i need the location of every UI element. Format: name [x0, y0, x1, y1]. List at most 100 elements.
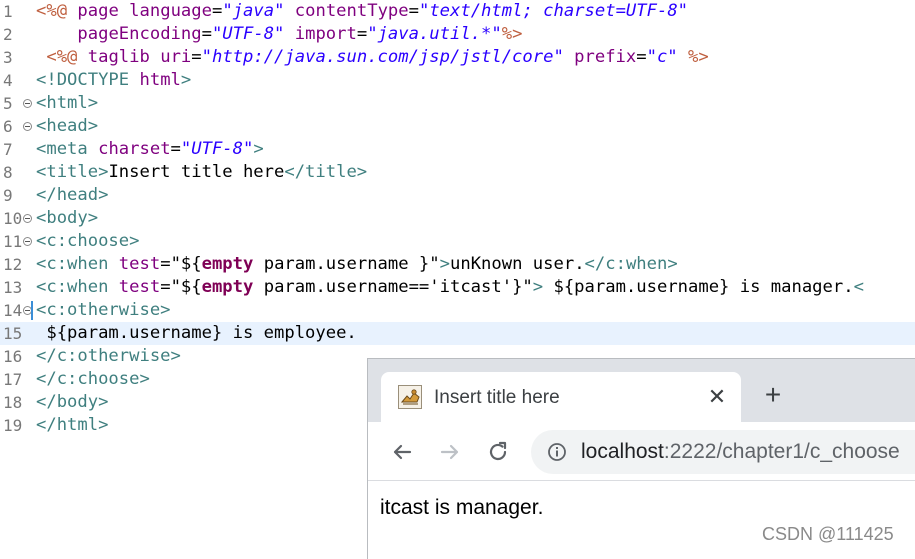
- browser-tab-active[interactable]: Insert title here ✕: [381, 372, 741, 422]
- fold-toggle-icon[interactable]: [23, 237, 32, 246]
- line-number: 5: [3, 94, 13, 113]
- code-line[interactable]: 14 <c:otherwise>: [0, 299, 915, 322]
- line-gutter: 4: [0, 69, 34, 92]
- line-gutter: 12: [0, 253, 34, 276]
- equals: =: [160, 277, 171, 297]
- attr-name: language: [129, 1, 212, 21]
- line-gutter: 19: [0, 414, 34, 437]
- line-gutter: 11: [0, 230, 34, 253]
- code-line[interactable]: 2 pageEncoding="UTF-8" import="java.util…: [0, 23, 915, 46]
- code-line[interactable]: 4 <!DOCTYPE html>: [0, 69, 915, 92]
- equals: =: [356, 24, 368, 44]
- code-line-current[interactable]: 15 ${param.username} is employee.: [0, 322, 915, 345]
- equals: =: [191, 47, 202, 67]
- fold-toggle-icon[interactable]: [23, 99, 32, 108]
- tag: <c:when: [36, 277, 109, 297]
- directive-name: page: [77, 1, 119, 21]
- code-line[interactable]: 8 <title>Insert title here</title>: [0, 161, 915, 184]
- url-path: :2222/chapter1/c_choose: [663, 440, 900, 463]
- tag: </body>: [36, 392, 109, 412]
- code-line[interactable]: 5 <html>: [0, 92, 915, 115]
- change-marker: [31, 301, 33, 320]
- doctype: <!DOCTYPE: [36, 70, 130, 90]
- line-gutter: 10: [0, 207, 34, 230]
- line-number: 6: [3, 117, 13, 136]
- attr-value: "java.util.*": [367, 24, 502, 44]
- tag: <meta: [36, 139, 88, 159]
- line-number: 18: [3, 393, 23, 412]
- attr-value: "c": [646, 47, 678, 67]
- tag: </c:otherwise>: [36, 346, 181, 366]
- tab-strip: Insert title here ✕ +: [368, 359, 915, 422]
- fold-toggle-icon[interactable]: [23, 122, 32, 131]
- code-line[interactable]: 3 <%@ taglib uri="http://java.sun.com/js…: [0, 46, 915, 69]
- attr-name: pageEncoding: [77, 24, 202, 44]
- forward-arrow-icon[interactable]: [436, 438, 464, 466]
- tag: <c:otherwise>: [36, 300, 171, 320]
- line-number: 4: [3, 71, 13, 90]
- line-number: 16: [3, 347, 23, 366]
- equals: =: [408, 1, 419, 21]
- site-info-icon[interactable]: [547, 442, 567, 462]
- line-number: 19: [3, 416, 23, 435]
- attr-value: "UTF-8": [211, 24, 285, 44]
- el-open: "${: [170, 277, 202, 297]
- line-number: 2: [3, 25, 13, 44]
- code-line[interactable]: 12 <c:when test="${empty param.username …: [0, 253, 915, 276]
- tag: <body>: [36, 208, 99, 228]
- tag: </head>: [36, 185, 109, 205]
- page-body-text: itcast is manager.: [380, 496, 544, 519]
- line-gutter: 18: [0, 391, 34, 414]
- code-line[interactable]: 1 <%@ page language="java" contentType="…: [0, 0, 915, 23]
- tag: </title>: [284, 162, 368, 182]
- code-line[interactable]: 11 <c:choose>: [0, 230, 915, 253]
- line-number: 10: [3, 209, 23, 228]
- text-content: unKnown user.: [450, 254, 585, 274]
- jsp-directive-close: %>: [688, 47, 709, 67]
- line-number: 7: [3, 140, 13, 159]
- address-bar[interactable]: localhost:2222/chapter1/c_choose: [531, 430, 915, 474]
- tag: <: [853, 277, 864, 297]
- attr-name: prefix: [574, 47, 637, 67]
- line-number: 17: [3, 370, 23, 389]
- tag: <title>: [36, 162, 109, 182]
- reload-icon[interactable]: [484, 438, 512, 466]
- attr-value: "text/html; charset=UTF-8": [418, 1, 689, 21]
- line-number: 12: [3, 255, 23, 274]
- equals: =: [201, 24, 212, 44]
- fold-toggle-icon[interactable]: [23, 214, 32, 223]
- tag: </c:choose>: [36, 369, 150, 389]
- code-line[interactable]: 10 <body>: [0, 207, 915, 230]
- attr-name: uri: [160, 47, 192, 67]
- tag: </c:when>: [584, 254, 678, 274]
- code-line[interactable]: 13 <c:when test="${empty param.username=…: [0, 276, 915, 299]
- code-line[interactable]: 6 <head>: [0, 115, 915, 138]
- el-close: }": [512, 277, 533, 297]
- back-arrow-icon[interactable]: [388, 438, 416, 466]
- tab-title: Insert title here: [434, 387, 560, 408]
- new-tab-icon[interactable]: +: [758, 381, 788, 411]
- tag: <head>: [36, 116, 99, 136]
- line-gutter: 7: [0, 138, 34, 161]
- line-gutter: 9: [0, 184, 34, 207]
- code-line[interactable]: 9 </head>: [0, 184, 915, 207]
- tag-close: >: [253, 139, 264, 159]
- code-line[interactable]: 7 <meta charset="UTF-8">: [0, 138, 915, 161]
- tag-close: >: [439, 254, 451, 274]
- equals: =: [160, 254, 171, 274]
- attr-name: import: [294, 24, 357, 44]
- close-tab-icon[interactable]: ✕: [703, 383, 731, 411]
- line-number: 1: [3, 2, 13, 21]
- equals: =: [636, 47, 647, 67]
- jsp-directive-close: %>: [501, 24, 523, 44]
- line-gutter: 16: [0, 345, 34, 368]
- line-number: 11: [3, 232, 23, 251]
- el-expression: param.username }: [263, 254, 430, 274]
- attr-name: test: [118, 277, 161, 297]
- tag: <c:when: [36, 254, 109, 274]
- line-number: 13: [3, 278, 23, 297]
- attr-value: "http://java.sun.com/jsp/jstl/core": [201, 47, 564, 67]
- tag: </html>: [36, 415, 109, 435]
- tag: <html>: [36, 93, 99, 113]
- equals: =: [211, 1, 223, 21]
